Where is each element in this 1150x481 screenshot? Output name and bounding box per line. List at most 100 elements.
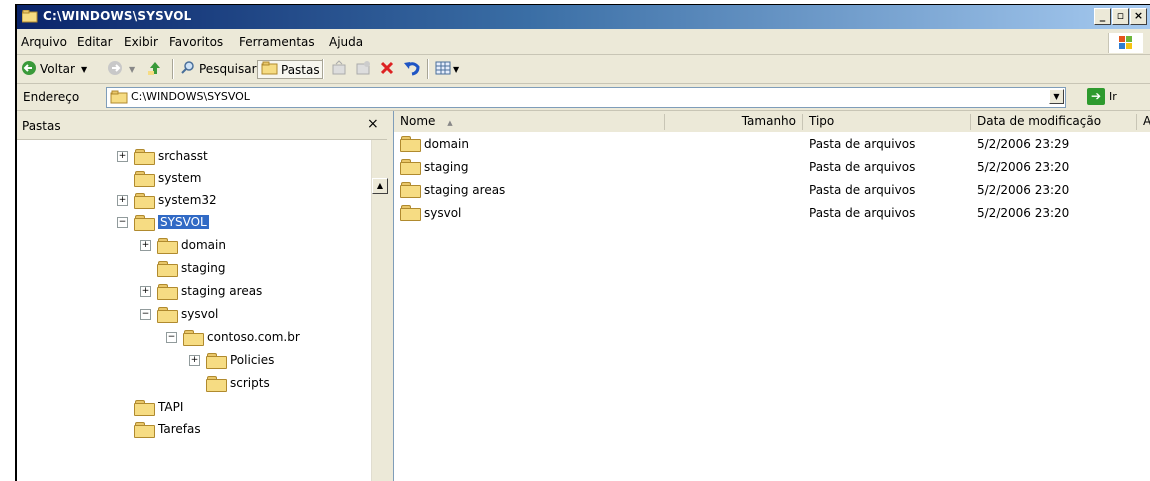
- folders-button[interactable]: Pastas: [257, 60, 324, 79]
- tree-item-system[interactable]: system: [134, 168, 201, 188]
- list-item[interactable]: sysvol Pasta de arquivos 5/2/2006 23:20: [394, 203, 1150, 225]
- forward-dropdown-icon[interactable]: ▼: [129, 65, 135, 74]
- screenshot-frame: C:\WINDOWS\SYSVOL _ ▫ × Arquivo Editar E…: [0, 0, 1150, 481]
- menu-ajuda[interactable]: Ajuda: [329, 35, 363, 49]
- folder-icon: [206, 375, 227, 392]
- tree-item-staging[interactable]: staging: [157, 258, 225, 278]
- scroll-up-icon[interactable]: ▲: [372, 178, 388, 194]
- address-label: Endereço: [23, 90, 80, 104]
- folder-icon: [400, 182, 421, 198]
- delete-x-icon: [379, 60, 395, 79]
- title-bar[interactable]: C:\WINDOWS\SYSVOL _ ▫ ×: [17, 5, 1150, 29]
- copy-to-icon: [355, 60, 371, 79]
- folders-scrollbar[interactable]: ▲: [371, 140, 389, 481]
- close-button[interactable]: ×: [1130, 8, 1147, 25]
- folder-icon: [110, 90, 128, 107]
- collapse-icon[interactable]: −: [140, 308, 151, 320]
- folder-icon: [134, 421, 155, 438]
- list-header: Nome ▲ Tamanho Tipo Data de modificação …: [394, 111, 1150, 132]
- column-size[interactable]: Tamanho: [665, 114, 803, 130]
- list-item[interactable]: staging areas Pasta de arquivos 5/2/2006…: [394, 180, 1150, 202]
- collapse-icon[interactable]: −: [166, 331, 177, 343]
- move-to-icon: [331, 59, 347, 79]
- expand-icon[interactable]: +: [140, 285, 151, 297]
- menu-exibir[interactable]: Exibir: [124, 35, 158, 49]
- views-dropdown-icon[interactable]: ▼: [453, 65, 459, 74]
- folders-tree: + srchasst system + system32 − SYSVOL + …: [17, 140, 387, 481]
- move-to-button[interactable]: [331, 59, 347, 79]
- folder-icon: [206, 352, 227, 369]
- tree-item-system32[interactable]: + system32: [117, 190, 217, 210]
- restore-button[interactable]: ▫: [1112, 8, 1129, 25]
- tree-item-srchasst[interactable]: + srchasst: [117, 146, 208, 166]
- menu-favoritos[interactable]: Favoritos: [169, 35, 223, 49]
- folder-icon: [134, 192, 155, 209]
- folder-icon: [183, 329, 204, 346]
- tree-item-sysvol[interactable]: − sysvol: [140, 304, 218, 324]
- toolbar-separator: [427, 59, 429, 79]
- delete-button[interactable]: [379, 60, 395, 78]
- column-attributes[interactable]: At: [1137, 114, 1150, 130]
- folders-icon: [261, 61, 279, 78]
- minimize-button[interactable]: _: [1094, 8, 1111, 25]
- column-type[interactable]: Tipo: [803, 114, 971, 130]
- folder-icon: [134, 170, 155, 187]
- column-modified[interactable]: Data de modificação: [971, 114, 1137, 130]
- search-button[interactable]: Pesquisar: [180, 60, 257, 78]
- column-name[interactable]: Nome ▲: [394, 114, 665, 130]
- folder-icon: [400, 159, 421, 175]
- views-button[interactable]: ▼: [435, 60, 459, 78]
- copy-to-button[interactable]: [355, 60, 371, 78]
- forward-button[interactable]: ▼: [107, 60, 135, 78]
- views-grid-icon: [435, 60, 451, 79]
- address-value: C:\WINDOWS\SYSVOL: [131, 90, 250, 103]
- back-button[interactable]: Voltar ▼: [21, 60, 87, 78]
- tree-item-domain[interactable]: + domain: [140, 235, 226, 255]
- address-dropdown-icon[interactable]: ▼: [1049, 89, 1064, 104]
- tree-item-sysvol-root[interactable]: − SYSVOL: [117, 212, 209, 232]
- expand-icon[interactable]: +: [117, 150, 128, 162]
- back-dropdown-icon[interactable]: ▼: [81, 65, 87, 74]
- list-item[interactable]: staging Pasta de arquivos 5/2/2006 23:20: [394, 157, 1150, 179]
- menu-arquivo[interactable]: Arquivo: [21, 35, 67, 49]
- tree-item-scripts[interactable]: scripts: [206, 373, 270, 393]
- folders-pane-title: Pastas: [22, 119, 61, 133]
- close-pane-icon[interactable]: ×: [367, 116, 379, 132]
- address-bar: Endereço C:\WINDOWS\SYSVOL ▼ ➔ Ir: [17, 84, 1150, 111]
- tree-item-policies[interactable]: + Policies: [189, 350, 274, 370]
- menu-editar[interactable]: Editar: [77, 35, 113, 49]
- folder-icon: [157, 306, 178, 323]
- window-title: C:\WINDOWS\SYSVOL: [43, 9, 192, 23]
- tree-item-tapi[interactable]: TAPI: [134, 397, 183, 417]
- folder-icon: [157, 260, 178, 277]
- folder-icon: [400, 205, 421, 221]
- menu-ferramentas[interactable]: Ferramentas: [239, 35, 315, 49]
- tree-item-staging-areas[interactable]: + staging areas: [140, 281, 262, 301]
- folder-icon: [21, 9, 38, 23]
- toolbar-separator: [172, 59, 174, 79]
- expand-icon[interactable]: +: [189, 354, 200, 366]
- tree-item-contoso[interactable]: − contoso.com.br: [166, 327, 300, 347]
- undo-icon: [403, 60, 421, 79]
- file-list: domain Pasta de arquivos 5/2/2006 23:29 …: [394, 132, 1150, 481]
- explorer-window: C:\WINDOWS\SYSVOL _ ▫ × Arquivo Editar E…: [15, 4, 1150, 481]
- up-folder-button[interactable]: [147, 60, 163, 78]
- folder-icon: [134, 148, 155, 165]
- expand-icon[interactable]: +: [140, 239, 151, 251]
- go-button[interactable]: ➔ Ir: [1087, 88, 1117, 105]
- toolbar: Voltar ▼ ▼ Pesquisar Pastas ▼: [17, 55, 1150, 84]
- sort-ascending-icon: ▲: [447, 119, 453, 127]
- folder-icon: [134, 214, 155, 231]
- undo-button[interactable]: [403, 60, 421, 78]
- windows-logo-icon: [1108, 33, 1143, 53]
- expand-icon[interactable]: +: [117, 194, 128, 206]
- folder-icon: [157, 283, 178, 300]
- collapse-icon[interactable]: −: [117, 216, 128, 228]
- list-item[interactable]: domain Pasta de arquivos 5/2/2006 23:29: [394, 134, 1150, 156]
- toolbar-separator: [322, 59, 324, 79]
- tree-item-tarefas[interactable]: Tarefas: [134, 419, 201, 439]
- go-arrow-icon: ➔: [1087, 88, 1105, 105]
- up-arrow-icon: [147, 60, 163, 79]
- address-input[interactable]: C:\WINDOWS\SYSVOL ▼: [106, 87, 1066, 108]
- forward-arrow-icon: [107, 60, 123, 79]
